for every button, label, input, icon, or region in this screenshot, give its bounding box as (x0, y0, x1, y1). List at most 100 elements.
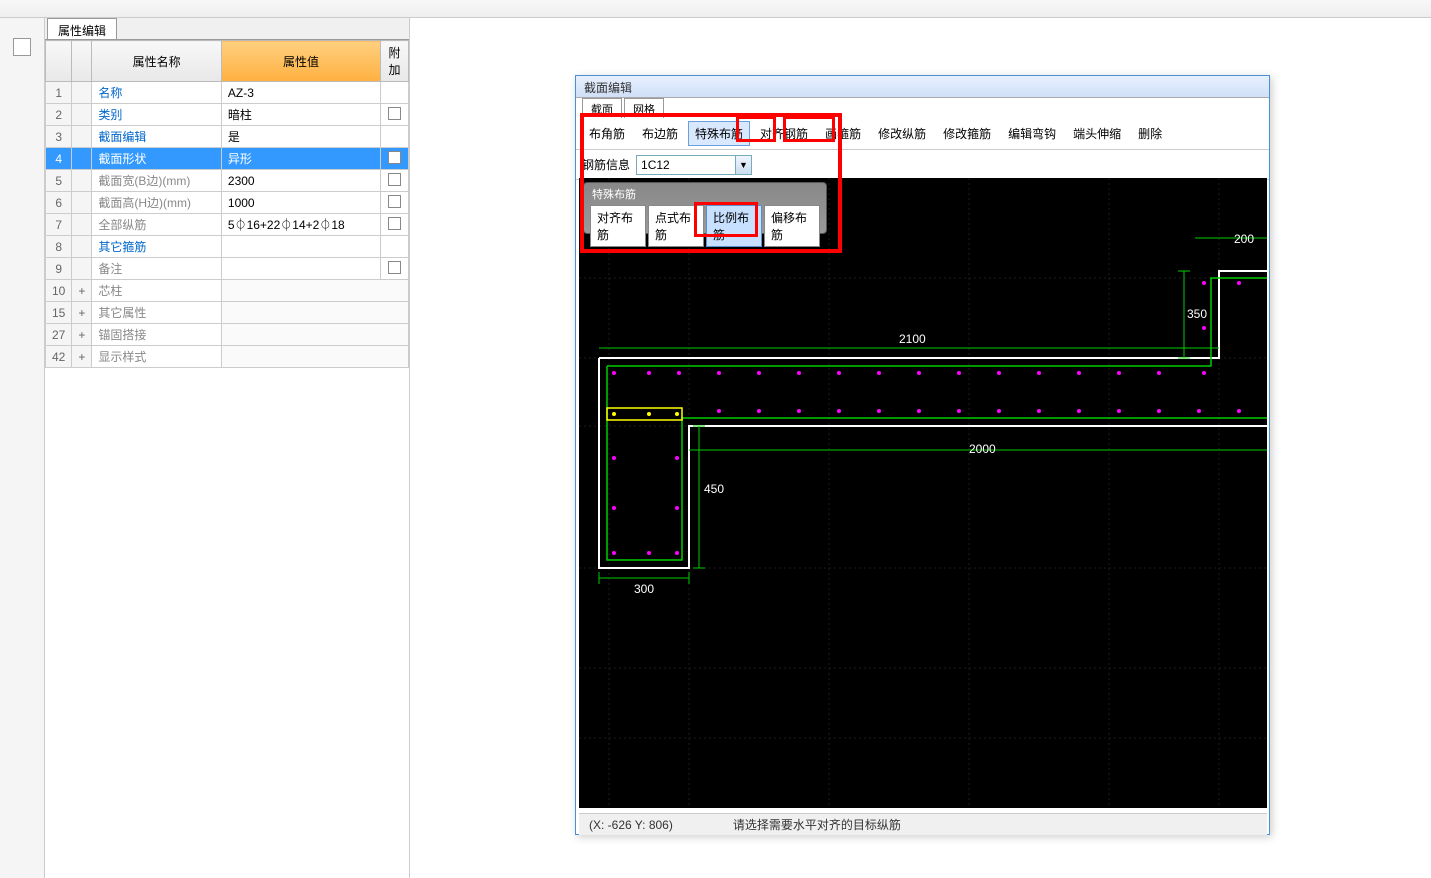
checkbox-icon[interactable] (388, 261, 401, 274)
toolbar-btn-2[interactable]: 特殊布筋 (688, 121, 750, 146)
table-row[interactable]: 27+锚固搭接 (46, 324, 409, 346)
table-row[interactable]: 6 截面高(H边)(mm)1000 (46, 192, 409, 214)
toolbar-btn-9[interactable]: 删除 (1131, 121, 1169, 146)
expand-toggle[interactable]: + (72, 346, 92, 368)
editor-tabs: 截面 网格 (576, 98, 1269, 118)
prop-value[interactable]: 暗柱 (221, 104, 380, 126)
prop-value[interactable]: AZ-3 (221, 82, 380, 104)
row-number: 1 (46, 82, 72, 104)
toolbar-btn-8[interactable]: 端头伸缩 (1066, 121, 1128, 146)
table-row[interactable]: 2类别暗柱 (46, 104, 409, 126)
status-coords: (X: -626 Y: 806) (589, 818, 673, 832)
toolbar-btn-5[interactable]: 修改纵筋 (871, 121, 933, 146)
row-number: 8 (46, 236, 72, 258)
expand-toggle[interactable]: + (72, 302, 92, 324)
expand-toggle[interactable]: + (72, 280, 92, 302)
toolbar-btn-7[interactable]: 编辑弯钩 (1001, 121, 1063, 146)
property-panel: 属性编辑 属性名称 属性值 附加 1名称AZ-32类别暗柱3截面编辑是4截面形状… (45, 18, 410, 878)
prop-value[interactable]: 是 (221, 126, 380, 148)
expand-toggle (72, 236, 92, 258)
checkbox-icon[interactable] (388, 151, 401, 164)
editor-tab-1[interactable]: 网格 (624, 98, 664, 118)
prop-value[interactable] (221, 346, 408, 368)
table-row[interactable]: 5截面宽(B边)(mm)2300 (46, 170, 409, 192)
checkbox-icon[interactable] (388, 107, 401, 120)
expand-toggle[interactable]: + (72, 324, 92, 346)
table-row[interactable]: 42+显示样式 (46, 346, 409, 368)
prop-name: 显示样式 (92, 346, 222, 368)
row-number: 9 (46, 258, 72, 280)
prop-value[interactable]: 异形 (221, 148, 380, 170)
expand-toggle (72, 148, 92, 170)
prop-extra[interactable] (381, 214, 409, 236)
expand-toggle (72, 258, 92, 280)
status-hint: 请选择需要水平对齐的目标纵筋 (733, 816, 901, 833)
rebar-info-input[interactable] (636, 155, 736, 175)
prop-name: 其它箍筋 (92, 236, 222, 258)
row-number: 5 (46, 170, 72, 192)
prop-value[interactable]: 1000 (221, 192, 380, 214)
rebar-info-row: 钢筋信息 ▼ (576, 150, 1269, 180)
sub-btn-2[interactable]: 比例布筋 (706, 205, 762, 247)
table-row[interactable]: 15+其它属性 (46, 302, 409, 324)
tool-icon[interactable] (13, 38, 31, 56)
prop-name: 截面高(H边)(mm) (92, 192, 222, 214)
toolbar-btn-6[interactable]: 修改箍筋 (936, 121, 998, 146)
table-row[interactable]: 8 其它箍筋 (46, 236, 409, 258)
prop-name: 截面形状 (92, 148, 222, 170)
expand-toggle (72, 170, 92, 192)
sub-btn-3[interactable]: 偏移布筋 (764, 205, 820, 247)
toolbar-btn-3[interactable]: 对齐钢筋 (753, 121, 815, 146)
property-table: 属性名称 属性值 附加 1名称AZ-32类别暗柱3截面编辑是4截面形状异形5截面… (45, 40, 409, 368)
panel-tabs: 属性编辑 (45, 18, 409, 40)
drawing-canvas[interactable]: 300 450 2100 2000 350 200 (579, 178, 1267, 808)
prop-value[interactable]: 2300 (221, 170, 380, 192)
dim-h-left: 450 (704, 482, 724, 496)
toolbar-btn-4[interactable]: 画箍筋 (818, 121, 868, 146)
prop-extra[interactable] (381, 82, 409, 104)
rebar-info-dropdown[interactable]: ▼ (736, 155, 752, 175)
sub-btn-1[interactable]: 点式布筋 (648, 205, 704, 247)
table-row[interactable]: 9 备注 (46, 258, 409, 280)
tab-property-edit[interactable]: 属性编辑 (47, 18, 117, 39)
prop-value[interactable] (221, 324, 408, 346)
col-value-header: 属性值 (221, 41, 380, 82)
prop-extra[interactable] (381, 104, 409, 126)
prop-extra[interactable] (381, 126, 409, 148)
prop-name: 截面编辑 (92, 126, 222, 148)
prop-extra[interactable] (381, 258, 409, 280)
rebar-info-label: 钢筋信息 (582, 156, 630, 173)
checkbox-icon[interactable] (388, 195, 401, 208)
dim-w-top: 2100 (899, 332, 926, 346)
prop-extra[interactable] (381, 236, 409, 258)
toolbar-btn-0[interactable]: 布角筋 (582, 121, 632, 146)
prop-value[interactable] (221, 280, 408, 302)
prop-name: 其它属性 (92, 302, 222, 324)
prop-value[interactable] (221, 236, 380, 258)
table-row[interactable]: 4截面形状异形 (46, 148, 409, 170)
prop-name: 备注 (92, 258, 222, 280)
checkbox-icon[interactable] (388, 173, 401, 186)
dim-right-top: 200 (1234, 232, 1254, 246)
sub-toolbar: 特殊布筋 对齐布筋点式布筋比例布筋偏移布筋 (583, 182, 827, 234)
checkbox-icon[interactable] (388, 217, 401, 230)
table-row[interactable]: 3 截面编辑是 (46, 126, 409, 148)
table-row[interactable]: 1名称AZ-3 (46, 82, 409, 104)
prop-value[interactable] (221, 302, 408, 324)
dim-w-bottom: 2000 (969, 442, 996, 456)
prop-value[interactable]: 5⏀16+22⏀14+2⏀18 (221, 214, 380, 236)
editor-status-bar: (X: -626 Y: 806) 请选择需要水平对齐的目标纵筋 (579, 813, 1267, 835)
prop-extra[interactable] (381, 192, 409, 214)
prop-extra[interactable] (381, 170, 409, 192)
row-number: 6 (46, 192, 72, 214)
row-number: 3 (46, 126, 72, 148)
row-number: 2 (46, 104, 72, 126)
toolbar-btn-1[interactable]: 布边筋 (635, 121, 685, 146)
table-row[interactable]: 10+芯柱 (46, 280, 409, 302)
expand-toggle (72, 214, 92, 236)
prop-extra[interactable] (381, 148, 409, 170)
sub-btn-0[interactable]: 对齐布筋 (590, 205, 646, 247)
editor-tab-0[interactable]: 截面 (582, 98, 622, 118)
table-row[interactable]: 7全部纵筋5⏀16+22⏀14+2⏀18 (46, 214, 409, 236)
prop-value[interactable] (221, 258, 380, 280)
